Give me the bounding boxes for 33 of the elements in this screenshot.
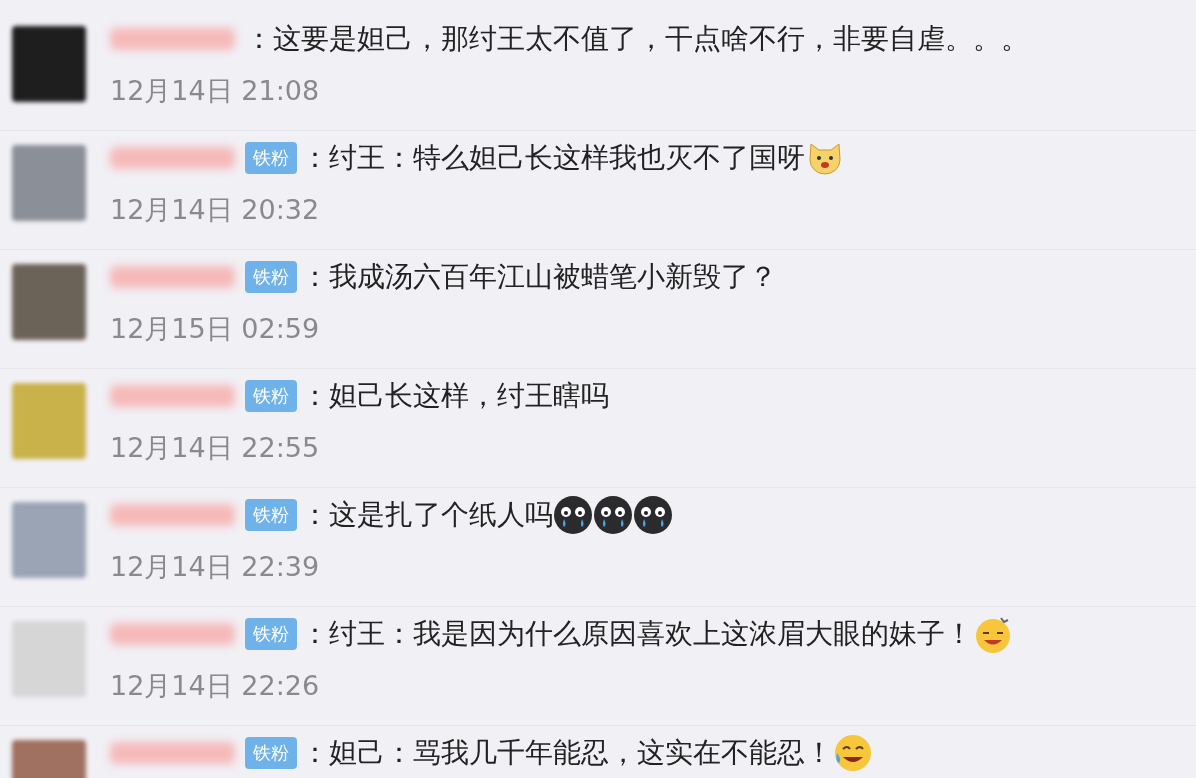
fan-badge: 铁粉 [245,618,297,650]
blurred-username[interactable] [110,742,235,764]
comment-text: ：这要是妲己，那纣王太不值了，干点啥不行，非要自虐。。。 [245,21,1029,57]
fan-badge: 铁粉 [245,261,297,293]
comment-text: ：我成汤六百年江山被蜡笔小新毁了？ [301,259,777,295]
comment-time: 12月14日 20:32 [110,193,321,227]
blurred-username[interactable] [110,266,235,288]
comment-text: ：妲己：骂我几千年能忍，这实在不能忍！ [301,735,833,771]
comment-time: 12月14日 21:08 [110,74,321,108]
fan-badge: 铁粉 [245,380,297,412]
blurred-username[interactable] [110,504,235,526]
crying-face-emoji-icon [553,495,593,535]
avatar-placeholder[interactable] [12,145,86,221]
comment-text: ：纣王：我是因为什么原因喜欢上这浓眉大眼的妹子！ [301,616,973,652]
blurred-username[interactable] [110,623,235,645]
crying-face-emoji-icon [633,495,673,535]
blurred-username[interactable] [110,28,235,50]
blurred-username[interactable] [110,385,235,407]
comment-text: ：这是扎了个纸人吗 [301,497,553,533]
blurred-username[interactable] [110,147,235,169]
avatar-placeholder[interactable] [12,264,86,340]
fan-badge: 铁粉 [245,499,297,531]
comment-time: 12月14日 22:55 [110,431,321,465]
crying-face-emoji-icon [593,495,633,535]
comment-time: 12月15日 02:59 [110,312,321,346]
comment-text: ：妲己长这样，纣王瞎吗 [301,378,609,414]
fan-badge: 铁粉 [245,737,297,769]
laughing-face-emoji-icon [833,733,873,773]
comment-time: 12月14日 22:39 [110,550,321,584]
avatar-placeholder[interactable] [12,26,86,102]
comment-text: ：纣王：特么妲己长这样我也灭不了国呀 [301,140,805,176]
fan-badge: 铁粉 [245,142,297,174]
comment-time: 12月14日 22:26 [110,669,321,703]
